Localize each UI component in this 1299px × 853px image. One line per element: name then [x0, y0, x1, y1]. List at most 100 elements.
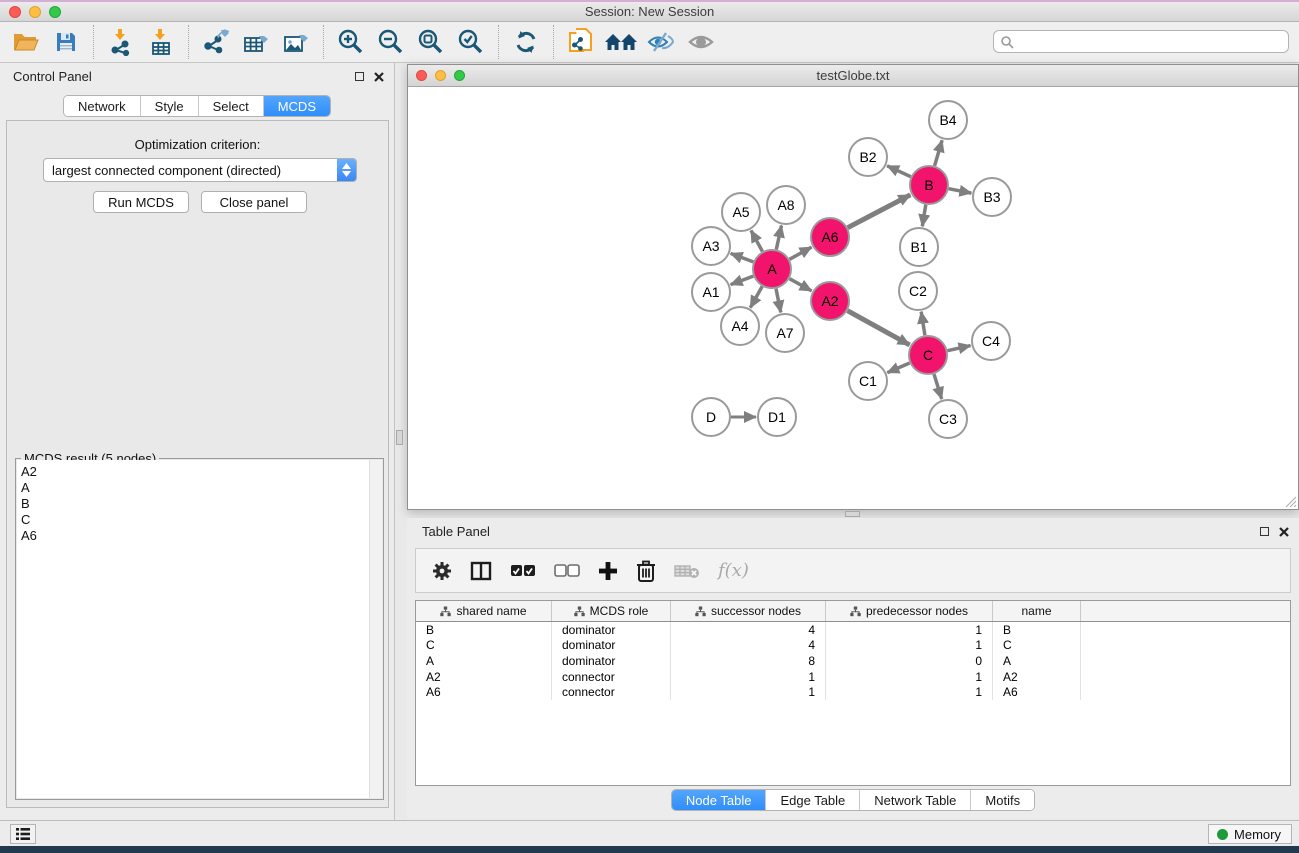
tab-edge-table[interactable]: Edge Table: [766, 790, 860, 810]
table-settings-button[interactable]: [432, 561, 452, 581]
graph-node-B[interactable]: B: [910, 166, 948, 204]
mcds-result-item[interactable]: A: [21, 480, 369, 496]
criterion-select[interactable]: largest connected component (directed): [43, 158, 357, 182]
graph-node-B3[interactable]: B3: [973, 178, 1011, 216]
graph-edge-A-A5[interactable]: [751, 230, 762, 251]
graph-node-B4[interactable]: B4: [929, 101, 967, 139]
table-cell[interactable]: A2: [993, 669, 1081, 685]
export-table-button[interactable]: [236, 25, 276, 59]
open-session-button[interactable]: [6, 25, 46, 59]
table-cell[interactable]: A6: [416, 684, 552, 700]
graph-node-A6[interactable]: A6: [811, 218, 849, 256]
delete-columns-button[interactable]: [636, 560, 656, 582]
tab-node-table[interactable]: Node Table: [672, 790, 767, 810]
table-cell[interactable]: 1: [671, 669, 826, 685]
float-panel-icon[interactable]: [1260, 527, 1269, 536]
close-network-window-button[interactable]: [416, 70, 427, 81]
graph-node-C4[interactable]: C4: [972, 322, 1010, 360]
table-cell[interactable]: connector: [552, 684, 671, 700]
graph-node-A5[interactable]: A5: [722, 193, 760, 231]
tab-style[interactable]: Style: [141, 96, 199, 116]
memory-button[interactable]: Memory: [1208, 824, 1292, 844]
graph-node-A1[interactable]: A1: [692, 273, 730, 311]
network-canvas[interactable]: B4B2BB3A8A5A6A3B1AA1C2A2A4A7C4CC1DD1C3: [408, 87, 1298, 509]
graph-node-C[interactable]: C: [909, 336, 947, 374]
refresh-button[interactable]: [506, 25, 546, 59]
column-header-MCDS-role[interactable]: MCDS role: [552, 601, 671, 621]
mcds-result-item[interactable]: B: [21, 496, 369, 512]
tab-network-table[interactable]: Network Table: [860, 790, 971, 810]
graph-edge-B-B1[interactable]: [922, 205, 926, 227]
zoom-window-button[interactable]: [49, 6, 61, 18]
graph-edge-C-C4[interactable]: [948, 346, 971, 351]
table-cell[interactable]: 4: [671, 638, 826, 654]
table-cell[interactable]: 1: [826, 638, 993, 654]
column-header-name[interactable]: name: [993, 601, 1081, 621]
table-cell[interactable]: 8: [671, 653, 826, 669]
close-panel-button[interactable]: Close panel: [201, 191, 307, 213]
show-column-button[interactable]: [470, 561, 492, 581]
graph-edge-A-A7[interactable]: [776, 289, 781, 313]
graph-edge-A-A4[interactable]: [750, 286, 762, 307]
import-network-button[interactable]: [101, 25, 141, 59]
graph-node-B1[interactable]: B1: [900, 228, 938, 266]
graph-node-A4[interactable]: A4: [721, 307, 759, 345]
graph-edge-A-A8[interactable]: [776, 226, 781, 250]
network-window-titlebar[interactable]: testGlobe.txt: [408, 65, 1298, 87]
graph-node-A8[interactable]: A8: [767, 186, 805, 224]
export-image-button[interactable]: [276, 25, 316, 59]
table-cell[interactable]: B: [416, 622, 552, 638]
table-cell[interactable]: A2: [416, 669, 552, 685]
column-header-successor-nodes[interactable]: successor nodes: [671, 601, 826, 621]
graph-edge-A-A3[interactable]: [731, 253, 754, 262]
table-cell[interactable]: 4: [671, 622, 826, 638]
graph-edge-C-C2[interactable]: [921, 312, 925, 336]
table-cell[interactable]: A: [993, 653, 1081, 669]
graph-edge-A2-C[interactable]: [848, 311, 910, 345]
table-cell[interactable]: dominator: [552, 638, 671, 654]
graph-node-A7[interactable]: A7: [766, 314, 804, 352]
zoom-selected-button[interactable]: [451, 25, 491, 59]
home-button[interactable]: [601, 25, 641, 59]
table-cell[interactable]: 1: [826, 622, 993, 638]
graph-edge-C-C1[interactable]: [887, 363, 909, 373]
show-graphics-details-button[interactable]: [681, 25, 721, 59]
table-cell[interactable]: C: [993, 638, 1081, 654]
import-table-button[interactable]: [141, 25, 181, 59]
export-network-button[interactable]: [196, 25, 236, 59]
table-cell[interactable]: 0: [826, 653, 993, 669]
table-cell[interactable]: C: [416, 638, 552, 654]
tab-select[interactable]: Select: [199, 96, 264, 116]
graph-node-C2[interactable]: C2: [899, 272, 937, 310]
run-mcds-button[interactable]: Run MCDS: [93, 191, 189, 213]
graph-edge-A6-B[interactable]: [848, 195, 911, 228]
zoom-in-button[interactable]: [331, 25, 371, 59]
close-window-button[interactable]: [9, 6, 21, 18]
show-panels-list-button[interactable]: [10, 824, 36, 844]
graph-edge-A-A6[interactable]: [790, 247, 812, 259]
table-cell[interactable]: connector: [552, 669, 671, 685]
table-cell[interactable]: A6: [993, 684, 1081, 700]
tab-mcds[interactable]: MCDS: [264, 96, 330, 116]
graph-edge-A-A1[interactable]: [731, 276, 754, 285]
table-cell[interactable]: 1: [826, 684, 993, 700]
vertical-splitter-handle[interactable]: [396, 430, 403, 445]
table-cell[interactable]: 1: [671, 684, 826, 700]
graph-node-B2[interactable]: B2: [849, 138, 887, 176]
table-cell[interactable]: dominator: [552, 653, 671, 669]
zoom-network-window-button[interactable]: [454, 70, 465, 81]
resize-grip-icon[interactable]: [1283, 494, 1297, 508]
unselect-all-columns-button[interactable]: [554, 564, 580, 578]
zoom-out-button[interactable]: [371, 25, 411, 59]
column-header-shared-name[interactable]: shared name: [416, 601, 552, 621]
tab-network[interactable]: Network: [64, 96, 141, 116]
save-session-button[interactable]: [46, 25, 86, 59]
zoom-fit-button[interactable]: [411, 25, 451, 59]
mcds-result-item[interactable]: C: [21, 512, 369, 528]
result-list-scrollbar[interactable]: [369, 460, 382, 798]
search-input[interactable]: [1014, 31, 1288, 52]
minimize-network-window-button[interactable]: [435, 70, 446, 81]
mcds-result-item[interactable]: A6: [21, 528, 369, 544]
hide-graphics-details-button[interactable]: [641, 25, 681, 59]
close-panel-icon[interactable]: [1279, 527, 1289, 537]
